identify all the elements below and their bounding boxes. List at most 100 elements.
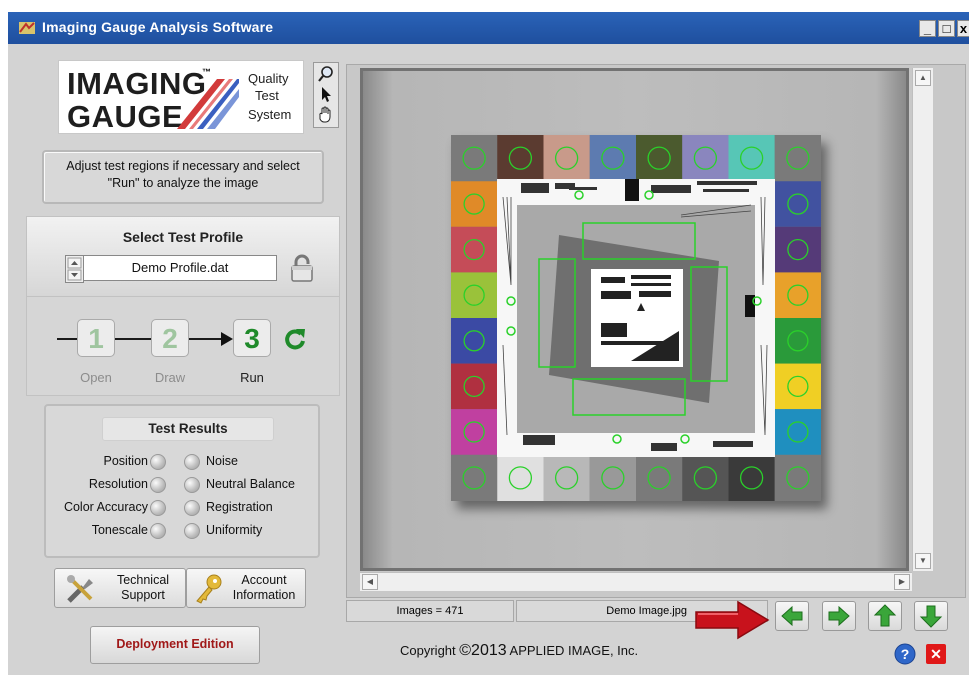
arrow-up-icon [873,604,897,627]
test-results-panel: Test Results Position Resolution Color A… [44,404,320,558]
color-patch-bottom [497,454,544,501]
vertical-scrollbar[interactable]: ▲ ▼ [912,68,933,571]
color-patch-right [774,272,821,318]
deployment-edition-label: Deployment Edition [116,637,234,651]
instruction-text: Adjust test regions if necessary and sel… [66,159,300,190]
result-registration-indicator [184,500,200,516]
red-arrow-icon [695,600,770,640]
color-patch-left [451,272,498,318]
step-connector [115,338,151,340]
scroll-right-icon[interactable]: ▶ [894,574,910,590]
color-patch-left [451,226,498,273]
logo-tagline-system: System [248,107,292,122]
last-image-button[interactable] [914,601,948,631]
test-results-title: Test Results [148,421,228,436]
next-image-button[interactable] [822,601,856,631]
result-color-accuracy-label: Color Accuracy [63,500,148,514]
maximize-button[interactable]: □ [938,20,955,37]
step-run-button[interactable]: 3 [233,319,271,357]
key-icon [196,574,222,604]
result-tonescale-label: Tonescale [91,523,148,537]
profile-title: Select Test Profile [122,229,244,245]
image-count-status: Images = 471 [346,600,514,622]
scroll-left-icon[interactable]: ◀ [362,574,378,590]
result-noise-label: Noise [206,454,238,468]
arrow-head-icon [221,332,233,346]
magnifier-icon[interactable] [317,65,335,83]
step-run-label: Run [240,370,264,385]
hand-icon[interactable] [317,105,335,123]
step-open-button[interactable]: 1 [77,319,115,357]
technical-support-button[interactable]: Technical Support [54,568,186,608]
technical-support-line1: Technical [116,573,170,587]
scroll-down-icon[interactable]: ▼ [915,553,931,569]
refresh-icon[interactable] [283,326,307,352]
arrow-pointer-icon[interactable] [317,85,335,103]
app-icon [19,22,35,34]
lock-icon[interactable] [289,253,315,283]
result-resolution-label: Resolution [88,477,148,491]
help-icon[interactable]: ? [894,643,916,665]
color-patch-right [774,181,821,227]
scroll-up-icon[interactable]: ▲ [915,70,931,86]
color-patch-bottom [451,454,498,501]
account-information-button[interactable]: Account Information [186,568,306,608]
tools-icon [67,575,93,603]
step-draw-label: Draw [154,370,186,385]
color-patch-bottom [543,454,590,501]
result-uniformity-indicator [184,523,200,539]
color-patch-bottom [728,454,775,501]
technical-support-line2: Support [121,588,165,602]
window-title: Imaging Gauge Analysis Software [42,19,274,35]
color-patch-right [774,318,821,364]
minimize-button[interactable]: _ [919,20,936,37]
instruction-box: Adjust test regions if necessary and sel… [42,150,324,204]
color-patch-left [451,318,498,364]
color-patch-top [589,135,636,182]
color-patch-bottom [682,454,729,501]
step-draw-button[interactable]: 2 [151,319,189,357]
color-patch-right [774,226,821,273]
result-resolution-indicator [150,477,166,493]
horizontal-scrollbar[interactable]: ◀ ▶ [360,572,912,591]
title-bar: Imaging Gauge Analysis Software _ □ x [8,12,969,44]
color-patch-top [682,135,729,182]
close-button[interactable]: x [957,20,969,37]
arrow-right-icon [828,605,850,627]
profile-select[interactable]: Demo Profile.dat [83,255,277,281]
logo-tagline-quality: Quality [248,71,289,86]
color-patch-bottom [774,454,821,501]
logo-tagline-test: Test [255,88,279,103]
profile-stepper[interactable] [65,255,84,283]
test-results-header: Test Results [102,417,274,441]
test-target-svg [451,135,821,501]
step-connector [189,338,225,340]
logo-gauge-text: GAUGE [67,99,184,134]
color-patch-top [451,135,498,182]
result-neutral-balance-indicator [184,477,200,493]
result-registration-label: Registration [206,500,273,514]
exit-icon[interactable]: ✕ [926,644,946,664]
result-uniformity-label: Uniformity [206,523,263,537]
copyright-text: Copyright ©2013 APPLIED IMAGE, Inc. [400,642,638,660]
result-tonescale-indicator [150,523,166,539]
deployment-edition-button[interactable]: Deployment Edition [90,626,260,664]
step-connector [57,338,77,340]
previous-image-button[interactable] [775,601,809,631]
workflow-steps: 1 2 3 Open Draw Run [26,296,340,396]
copyright-year: ©2013 [459,642,507,659]
first-image-button[interactable] [868,601,902,631]
step-open-label: Open [80,370,112,385]
color-patch-left [451,363,498,410]
arrow-down-icon [919,605,943,628]
svg-text:?: ? [901,646,910,662]
copyright-owner: APPLIED IMAGE, Inc. [506,643,639,658]
color-patch-right [774,363,821,410]
logo-trademark: ™ [202,67,211,77]
color-patch-right [774,409,821,455]
result-position-indicator [150,454,166,470]
copyright-prefix: Copyright [400,643,460,658]
color-patch-top [728,135,775,182]
result-noise-indicator [184,454,200,470]
test-target-image [451,135,821,501]
